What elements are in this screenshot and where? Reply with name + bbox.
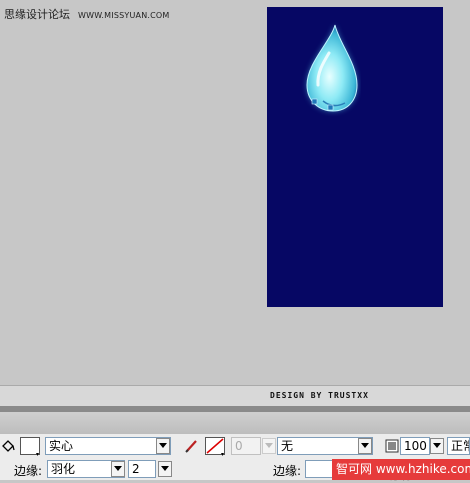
pencil-icon[interactable] xyxy=(184,438,200,454)
opacity-dropdown-button[interactable] xyxy=(430,438,444,454)
site-watermark-bottom: 智可网 www.hzhike.com xyxy=(332,459,470,480)
credit-bar: DESIGN BY TRUSTXX xyxy=(0,385,470,407)
edge-label-right: 边缘: xyxy=(273,464,302,478)
chevron-down-icon xyxy=(265,443,273,448)
stroke-color-arrow-icon: ▾ xyxy=(221,451,225,458)
fill-style-value: 实心 xyxy=(49,439,74,453)
chevron-down-icon xyxy=(361,443,369,448)
opacity-value: 100 xyxy=(404,439,427,453)
chevron-down-icon xyxy=(114,466,122,471)
stroke-weight-field[interactable]: 0 xyxy=(231,437,261,455)
properties-panel-header xyxy=(0,412,470,435)
feather-amount-dropdown-button[interactable] xyxy=(158,461,172,477)
blend-mode-value: 正常 xyxy=(451,439,469,453)
feather-amount-value: 2 xyxy=(132,462,140,476)
watermark-site-url: WWW.MISSYUAN.COM xyxy=(78,11,170,20)
stroke-style-value: 无 xyxy=(281,439,294,453)
stroke-weight-value: 0 xyxy=(235,439,243,453)
site-watermark: 思缘设计论坛 WWW.MISSYUAN.COM xyxy=(4,6,170,22)
water-drop-graphic[interactable] xyxy=(301,19,361,119)
blend-mode-select[interactable]: 正常 xyxy=(447,437,470,455)
stroke-edge-field[interactable] xyxy=(305,460,335,478)
edge-label-left: 边缘: xyxy=(14,464,43,478)
paint-bucket-icon[interactable] xyxy=(0,438,16,454)
chevron-down-icon xyxy=(433,443,441,448)
feather-amount-field[interactable]: 2 xyxy=(128,460,156,478)
opacity-field[interactable]: 100 xyxy=(400,437,430,455)
stroke-weight-dropdown-button[interactable] xyxy=(262,438,276,454)
stroke-style-dropdown-button[interactable] xyxy=(358,438,372,454)
edge-dropdown-button[interactable] xyxy=(111,461,125,477)
fill-style-select[interactable]: 实心 xyxy=(45,437,171,455)
fill-color-arrow-icon: ▾ xyxy=(36,451,40,458)
chevron-down-icon xyxy=(159,443,167,448)
credit-text: DESIGN BY TRUSTXX xyxy=(270,391,369,400)
canvas-stage[interactable] xyxy=(267,7,443,307)
chevron-down-icon xyxy=(161,466,169,471)
edge-value: 羽化 xyxy=(51,462,76,476)
fill-style-dropdown-button[interactable] xyxy=(156,438,170,454)
opacity-icon xyxy=(385,439,399,453)
watermark-site-name: 思缘设计论坛 xyxy=(4,8,70,21)
